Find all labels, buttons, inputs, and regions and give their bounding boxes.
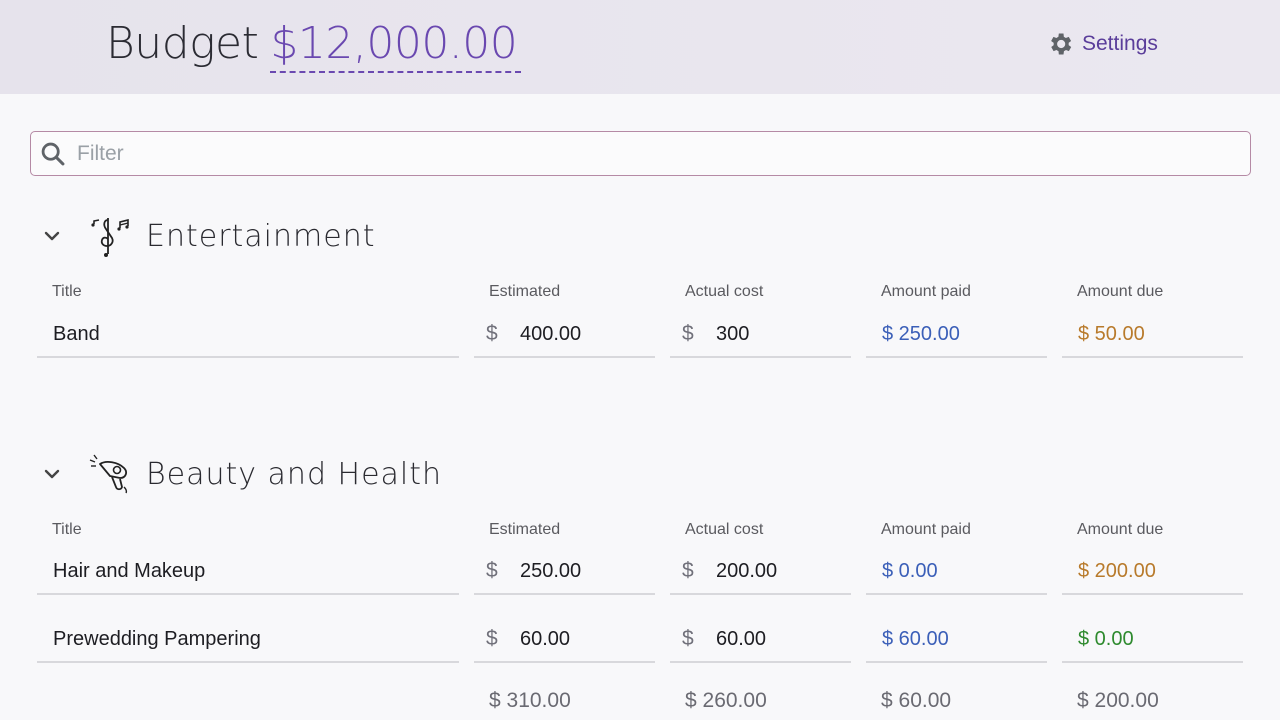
gear-icon (1051, 33, 1072, 55)
amount-paid-link[interactable]: $ 60.00 (866, 617, 1047, 663)
filter-input[interactable] (77, 138, 1237, 170)
column-header-due: Amount due (1077, 521, 1164, 538)
total-due: $ 200.00 (1077, 689, 1159, 712)
due-value: $ 50.00 (1078, 322, 1145, 345)
row-title: Prewedding Pampering (53, 627, 261, 650)
estimated-field[interactable]: $60.00 (474, 617, 655, 663)
estimated-field[interactable]: $250.00 (474, 549, 655, 595)
settings-button[interactable]: Settings (1046, 28, 1158, 60)
actual-cost-field[interactable]: $200.00 (670, 549, 851, 595)
budget-label: Budget (106, 18, 259, 69)
search-icon (41, 142, 65, 166)
actual-value: 60.00 (716, 627, 767, 650)
row-title-field[interactable]: Hair and Makeup (37, 549, 459, 595)
column-header-title: Title (52, 521, 82, 538)
chevron-down-icon[interactable] (40, 462, 64, 486)
column-header-paid: Amount paid (881, 283, 971, 300)
column-header-due: Amount due (1077, 283, 1164, 300)
currency-symbol: $ (682, 627, 694, 650)
category-header-entertainment: Entertainment (40, 210, 375, 262)
estimated-value: 400.00 (520, 322, 582, 345)
amount-paid-link[interactable]: $ 250.00 (866, 312, 1047, 358)
column-header-title: Title (52, 283, 82, 300)
column-header-actual: Actual cost (685, 283, 764, 300)
currency-symbol: $ (486, 559, 498, 582)
estimated-value: 60.00 (520, 627, 571, 650)
category-header-beauty-and-health: Beauty and Health (40, 448, 442, 500)
total-paid: $ 60.00 (881, 689, 952, 712)
total-actual: $ 260.00 (685, 689, 767, 712)
amount-due-value: $ 0.00 (1062, 617, 1243, 663)
actual-cost-field[interactable]: $60.00 (670, 617, 851, 663)
row-title: Band (53, 322, 100, 345)
filter-box (30, 131, 1251, 176)
due-value: $ 200.00 (1078, 559, 1156, 582)
budget-header: Budget $12,000.00 (106, 18, 522, 74)
due-value: $ 0.00 (1078, 627, 1134, 650)
currency-symbol: $ (682, 322, 694, 345)
music-notes-icon (91, 218, 129, 257)
amount-due-value: $ 50.00 (1062, 312, 1243, 358)
category-title: Entertainment (146, 218, 376, 254)
column-header-paid: Amount paid (881, 521, 971, 538)
hair-dryer-icon (89, 454, 128, 494)
currency-symbol: $ (486, 322, 498, 345)
paid-value: $ 250.00 (882, 322, 960, 345)
budget-amount-editable[interactable]: $12,000.00 (270, 18, 522, 73)
chevron-down-icon[interactable] (40, 224, 64, 248)
paid-value: $ 0.00 (882, 559, 938, 582)
column-header-estimated: Estimated (489, 283, 561, 300)
column-header-estimated: Estimated (489, 521, 561, 538)
actual-cost-field[interactable]: $300 (670, 312, 851, 358)
currency-symbol: $ (682, 559, 694, 582)
row-title-field[interactable]: Prewedding Pampering (37, 617, 459, 663)
row-title: Hair and Makeup (53, 559, 206, 582)
category-title: Beauty and Health (146, 456, 443, 492)
estimated-field[interactable]: $400.00 (474, 312, 655, 358)
amount-paid-link[interactable]: $ 0.00 (866, 549, 1047, 595)
settings-label: Settings (1082, 32, 1158, 55)
currency-symbol: $ (486, 627, 498, 650)
actual-value: 200.00 (716, 559, 778, 582)
actual-value: 300 (716, 322, 750, 345)
total-estimated: $ 310.00 (489, 689, 571, 712)
amount-due-value: $ 200.00 (1062, 549, 1243, 595)
paid-value: $ 60.00 (882, 627, 949, 650)
row-title-field[interactable]: Band (37, 312, 459, 358)
column-header-actual: Actual cost (685, 521, 764, 538)
estimated-value: 250.00 (520, 559, 582, 582)
